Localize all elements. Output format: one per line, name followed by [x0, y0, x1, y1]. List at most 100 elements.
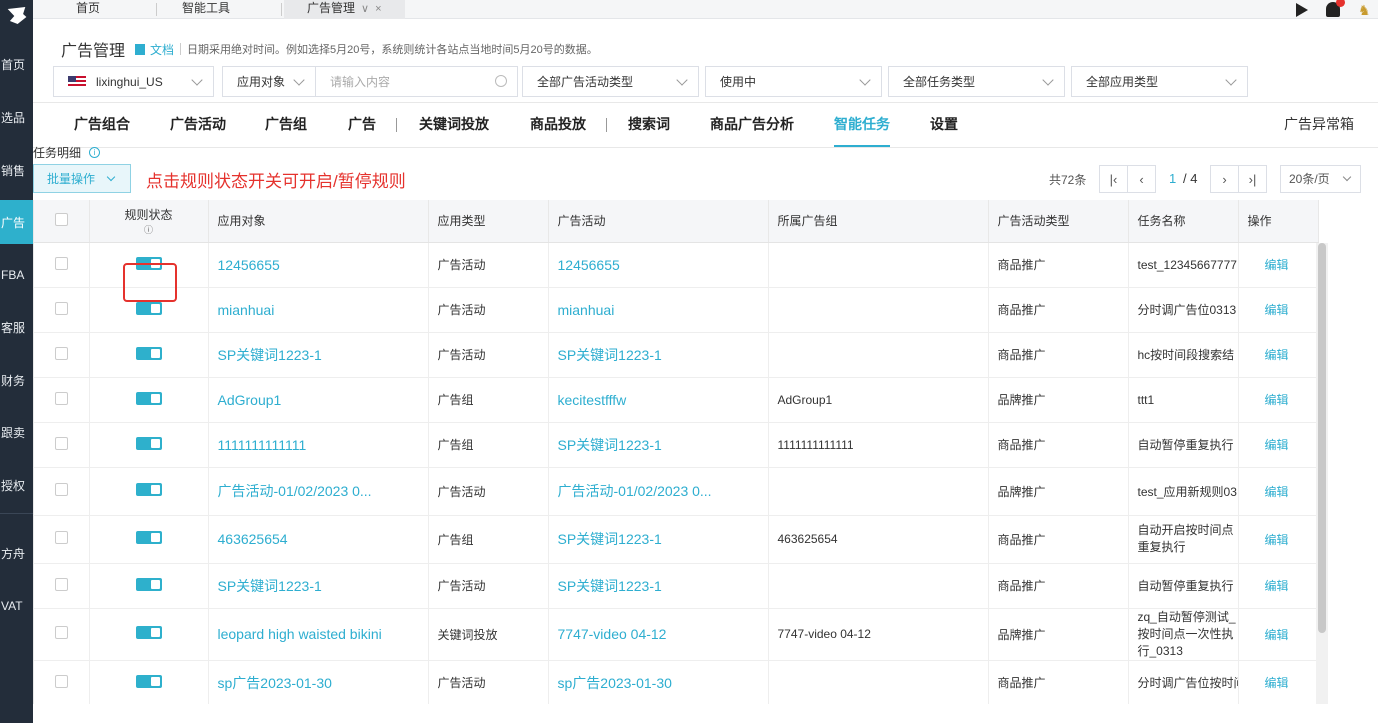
app-logo[interactable]: [0, 0, 33, 30]
target-link[interactable]: sp广告2023-01-30: [218, 675, 332, 691]
row-checkbox[interactable]: [54, 626, 68, 639]
table-scrollbar[interactable]: [1318, 243, 1326, 633]
edit-link[interactable]: 编辑: [1265, 258, 1289, 272]
target-link[interactable]: leopard high waisted bikini: [218, 626, 382, 642]
edit-link[interactable]: 编辑: [1265, 438, 1289, 452]
sidebar-item-home[interactable]: 首页: [0, 42, 33, 86]
row-checkbox[interactable]: [54, 674, 68, 688]
row-checkbox[interactable]: [54, 346, 68, 360]
sidebar-item-selection[interactable]: 选品: [0, 95, 33, 139]
sidebar-item-follow-sell[interactable]: 跟卖: [0, 410, 33, 454]
row-checkbox[interactable]: [54, 531, 68, 544]
row-checkbox[interactable]: [54, 301, 68, 315]
target-link[interactable]: 463625654: [218, 531, 288, 547]
sidebar-item-finance[interactable]: 财务: [0, 358, 33, 402]
search-input[interactable]: 请输入内容: [315, 66, 518, 97]
prev-page-button[interactable]: ‹: [1127, 165, 1156, 193]
campaign-link[interactable]: SP关键词1223-1: [558, 437, 662, 453]
sidebar-item-ark[interactable]: 方舟: [0, 531, 33, 575]
edit-link[interactable]: 编辑: [1265, 485, 1289, 499]
select-all-checkbox[interactable]: [54, 212, 68, 226]
info-icon[interactable]: ⓘ: [90, 223, 208, 236]
target-link[interactable]: 1111111111111: [218, 437, 307, 453]
row-checkbox[interactable]: [54, 256, 68, 270]
edit-link[interactable]: 编辑: [1265, 348, 1289, 362]
tab-smart-tasks[interactable]: 智能任务: [834, 103, 890, 147]
rule-status-toggle[interactable]: [135, 436, 162, 450]
campaign-link[interactable]: 7747-video 04-12: [558, 626, 667, 642]
rule-status-toggle[interactable]: [135, 626, 162, 639]
row-checkbox[interactable]: [54, 483, 68, 496]
next-page-button[interactable]: ›: [1210, 165, 1239, 193]
campaign-link[interactable]: kecitestfffw: [558, 392, 627, 408]
tab-product-targeting[interactable]: 商品投放: [530, 103, 586, 147]
row-checkbox[interactable]: [54, 391, 68, 405]
app-type-select[interactable]: 全部应用类型: [1071, 66, 1248, 97]
target-link[interactable]: SP关键词1223-1: [218, 578, 322, 594]
rule-status-toggle[interactable]: [135, 531, 162, 544]
tab-product-ad-analysis[interactable]: 商品广告分析: [710, 103, 794, 147]
last-page-button[interactable]: ›|: [1238, 165, 1267, 193]
task-type-select[interactable]: 全部任务类型: [888, 66, 1065, 97]
target-link[interactable]: 12456655: [218, 257, 280, 273]
user-avatar-icon[interactable]: ♞: [1358, 2, 1372, 18]
row-checkbox[interactable]: [54, 436, 68, 450]
tab-ad-management[interactable]: 广告管理 ∨ ×: [284, 0, 405, 19]
status-select[interactable]: 使用中: [705, 66, 882, 97]
tab-settings[interactable]: 设置: [930, 103, 958, 147]
sidebar-item-fba[interactable]: FBA: [0, 253, 33, 297]
tab-ads[interactable]: 广告: [348, 103, 376, 147]
target-select-value: 应用对象: [237, 75, 286, 89]
sidebar-item-sales[interactable]: 销售: [0, 148, 33, 192]
campaign-link[interactable]: SP关键词1223-1: [558, 347, 662, 363]
edit-link[interactable]: 编辑: [1265, 393, 1289, 407]
tab-keyword-targeting[interactable]: 关键词投放: [419, 103, 489, 147]
campaign-link[interactable]: mianhuai: [558, 302, 615, 318]
edit-link[interactable]: 编辑: [1265, 676, 1289, 690]
sidebar-item-service[interactable]: 客服: [0, 305, 33, 349]
current-page[interactable]: 1: [1169, 165, 1176, 193]
target-select[interactable]: 应用对象: [222, 66, 316, 97]
play-icon[interactable]: [1296, 2, 1308, 17]
sidebar-item-ads[interactable]: 广告: [0, 200, 33, 244]
campaign-link[interactable]: 广告活动-01/02/2023 0...: [558, 483, 712, 499]
sidebar-item-vat[interactable]: VAT: [0, 584, 33, 628]
tab-campaigns[interactable]: 广告活动: [170, 103, 226, 147]
tab-search-terms[interactable]: 搜索词: [628, 103, 670, 147]
tab-portfolio[interactable]: 广告组合: [74, 103, 130, 147]
target-link[interactable]: SP关键词1223-1: [218, 347, 322, 363]
rule-status-toggle[interactable]: [135, 483, 162, 496]
rule-status-toggle[interactable]: [135, 346, 162, 360]
rule-status-toggle[interactable]: [135, 577, 162, 591]
edit-link[interactable]: 编辑: [1265, 628, 1289, 642]
target-link[interactable]: mianhuai: [218, 302, 275, 318]
rule-status-toggle[interactable]: [135, 301, 162, 315]
sidebar-item-auth[interactable]: 授权: [0, 463, 33, 507]
target-link[interactable]: AdGroup1: [218, 392, 282, 408]
campaign-link[interactable]: SP关键词1223-1: [558, 578, 662, 594]
doc-link[interactable]: 文档: [135, 41, 174, 58]
info-icon[interactable]: i: [89, 147, 101, 158]
edit-link[interactable]: 编辑: [1265, 303, 1289, 317]
chevron-down-icon[interactable]: ∨: [361, 3, 369, 15]
edit-link[interactable]: 编辑: [1265, 579, 1289, 593]
campaign-type-select[interactable]: 全部广告活动类型: [522, 66, 699, 97]
page-size-select[interactable]: 20条/页: [1280, 165, 1361, 193]
campaign-link[interactable]: sp广告2023-01-30: [558, 675, 672, 691]
row-checkbox[interactable]: [54, 577, 68, 591]
close-icon[interactable]: ×: [375, 3, 381, 15]
ad-anomaly-box-link[interactable]: 广告异常箱: [1284, 103, 1354, 147]
target-link[interactable]: 广告活动-01/02/2023 0...: [218, 483, 372, 499]
campaign-link[interactable]: 12456655: [558, 257, 620, 273]
bell-icon[interactable]: [1326, 0, 1345, 17]
rule-status-toggle[interactable]: [135, 391, 162, 405]
account-select[interactable]: lixinghui_US: [53, 66, 214, 97]
campaign-link[interactable]: SP关键词1223-1: [558, 531, 662, 547]
rule-status-toggle[interactable]: [135, 674, 162, 688]
tab-adgroups[interactable]: 广告组: [265, 103, 307, 147]
tab-smart-tools[interactable]: 智能工具: [182, 0, 230, 19]
edit-link[interactable]: 编辑: [1265, 533, 1289, 547]
tab-home[interactable]: 首页: [76, 0, 100, 19]
first-page-button[interactable]: |‹: [1099, 165, 1128, 193]
search-icon[interactable]: [495, 75, 507, 87]
